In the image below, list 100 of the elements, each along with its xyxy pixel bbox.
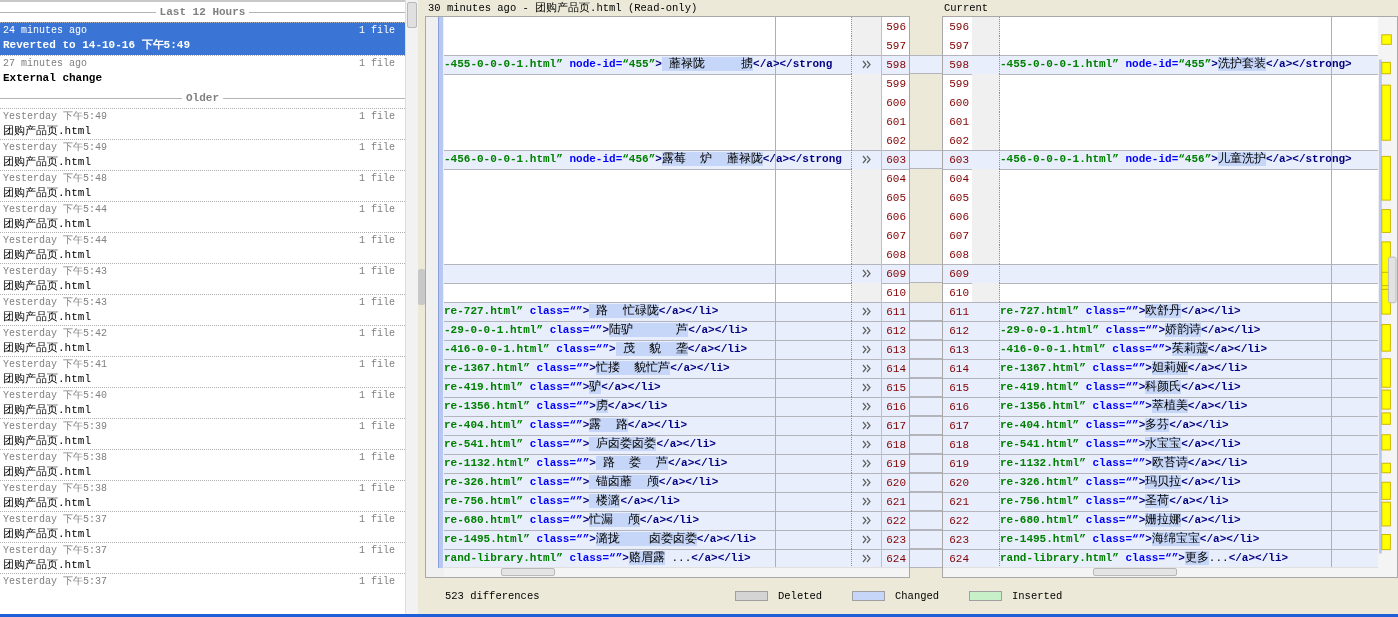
horizontal-scrollbar[interactable]	[943, 567, 1378, 577]
code-line: re-680.html” class=“”>姗拉娜</a></li>	[1000, 512, 1241, 529]
code-line: re-756.html” class=“”> 楼潞</a></li>	[444, 493, 680, 510]
file-count: 1 file	[359, 203, 395, 216]
line-number: 615	[948, 380, 970, 396]
line-number: 608	[948, 247, 970, 263]
code-line: re-1495.html” class=“”>潞拢 卤娄卤娄</a></li>	[444, 531, 757, 548]
code-line: re-1132.html” class=“”> 路 娄 芦</a></li>	[444, 455, 728, 472]
section-heading: Last 12 Hours	[159, 6, 246, 18]
entry-time: Yesterday 下午5:44	[3, 203, 107, 216]
line-number: 598	[948, 57, 970, 73]
file-count: 1 file	[359, 420, 395, 433]
code-line: re-1367.html” class=“”>妲莉娅</a></li>	[1000, 360, 1248, 377]
line-number: 603	[948, 152, 970, 168]
line-number: 597	[948, 38, 970, 54]
code-line: -455-0-0-0-1.html” node-id=“455”> 蘼禄陇 掳</a></strong	[444, 56, 833, 73]
double-chevron-icon[interactable]	[862, 421, 871, 430]
entry-label: 团购产品页.html	[3, 341, 92, 356]
double-chevron-icon[interactable]	[862, 269, 871, 278]
gutter-cell	[972, 17, 1000, 36]
legend-label: Inserted	[1012, 590, 1063, 602]
file-count: 1 file	[359, 482, 395, 495]
double-chevron-icon[interactable]	[862, 497, 871, 506]
entry-label: 团购产品页.html	[3, 434, 92, 449]
horizontal-scrollbar[interactable]	[444, 567, 909, 577]
double-chevron-icon[interactable]	[862, 326, 871, 335]
vertical-scrollbar[interactable]	[405, 0, 418, 614]
line-number: 612	[948, 323, 970, 339]
double-chevron-icon[interactable]	[862, 364, 871, 373]
entry-label: 团购产品页.html	[3, 465, 92, 480]
line-number: 617	[948, 418, 970, 434]
line-number: 614	[948, 361, 970, 377]
code-line: rand-library.html” class=“”>赂眉露 ...</a></li>	[444, 550, 751, 567]
entry-time: Yesterday 下午5:41	[3, 358, 107, 371]
history-entry[interactable]: 24 minutes ago 1 file Reverted to 14-10-16 下午5:49	[0, 22, 405, 55]
double-chevron-icon[interactable]	[862, 307, 871, 316]
double-chevron-icon[interactable]	[862, 155, 871, 164]
code-line: rand-library.html” class=“”>更多...</a></li>	[1000, 550, 1289, 567]
code-line: -456-0-0-0-1.html” node-id=“456”>儿童洗护</a></strong>	[1000, 151, 1352, 168]
code-line: re-404.html” class=“”>多芬</a></li>	[1000, 417, 1229, 434]
entry-label: 团购产品页.html	[3, 496, 92, 511]
double-chevron-icon[interactable]	[862, 402, 871, 411]
line-number: 621	[948, 494, 970, 510]
entry-time: Yesterday 下午5:37	[3, 513, 107, 526]
file-count: 1 file	[359, 358, 395, 371]
line-number: 610	[948, 285, 970, 301]
splitter-handle[interactable]	[418, 269, 425, 305]
entry-label: External change	[3, 71, 104, 86]
entry-time: Yesterday 下午5:37	[3, 544, 107, 557]
file-count: 1 file	[359, 513, 395, 526]
line-number: 599	[948, 76, 970, 92]
code-line: -416-0-0-1.html” class=“”> 茂 貌 垄</a></li>	[444, 341, 748, 358]
line-number: 616	[948, 399, 970, 415]
line-number: 624	[948, 551, 970, 567]
file-count: 1 file	[359, 451, 395, 464]
double-chevron-icon[interactable]	[862, 459, 871, 468]
code-line: re-326.html” class=“”> 锚卤蘼 颅</a></li>	[444, 474, 719, 491]
double-chevron-icon[interactable]	[862, 60, 871, 69]
file-count: 1 file	[359, 234, 395, 247]
double-chevron-icon[interactable]	[862, 535, 871, 544]
entry-time: Yesterday 下午5:39	[3, 420, 107, 433]
line-number: 623	[948, 532, 970, 548]
code-line: re-727.html” class=“”>欧舒丹</a></li>	[1000, 303, 1241, 320]
pane-title: Current	[944, 2, 989, 14]
entry-time: Yesterday 下午5:40	[3, 389, 107, 402]
double-chevron-icon[interactable]	[862, 554, 871, 563]
code-line: re-680.html” class=“”>忙漏 颅</a></li>	[444, 512, 700, 529]
code-line: re-1495.html” class=“”>海绵宝宝</a></li>	[1000, 531, 1260, 548]
double-chevron-icon[interactable]	[862, 478, 871, 487]
pane-title: 30 minutes ago - 团购产品页.html (Read-only)	[428, 1, 699, 15]
entry-label: 团购产品页.html	[3, 248, 92, 263]
entry-label: 团购产品页.html	[3, 279, 92, 294]
file-count: 1 file	[359, 57, 395, 70]
line-number: 600	[948, 95, 970, 111]
line-number: 605	[948, 190, 970, 206]
line-number: 607	[948, 228, 970, 244]
code-line: -456-0-0-0-1.html” node-id=“456”>露莓 炉 蘼禄陇</a></strong	[444, 151, 842, 168]
entry-label: 团购产品页.html	[3, 217, 92, 232]
file-count: 1 file	[359, 172, 395, 185]
double-chevron-icon[interactable]	[862, 516, 871, 525]
double-chevron-icon[interactable]	[862, 345, 871, 354]
entry-label: Reverted to 14-10-16 下午5:49	[3, 38, 192, 53]
double-chevron-icon[interactable]	[862, 383, 871, 392]
code-line: re-419.html” class=“”>科颜氏</a></li>	[1000, 379, 1241, 396]
line-number: 618	[948, 437, 970, 453]
entry-time: Yesterday 下午5:44	[3, 234, 107, 247]
code-line: re-541.html” class=“”>水宝宝</a></li>	[1000, 436, 1241, 453]
line-number: 604	[948, 171, 970, 187]
double-chevron-icon[interactable]	[862, 440, 871, 449]
line-number: 602	[948, 133, 970, 149]
file-count: 1 file	[359, 544, 395, 557]
entry-label: 团购产品页.html	[3, 558, 92, 573]
file-count: 1 file	[359, 327, 395, 340]
entry-label: 团购产品页.html	[3, 403, 92, 418]
entry-time: Yesterday 下午5:43	[3, 296, 107, 309]
line-number: 596	[948, 19, 970, 35]
file-count: 1 file	[359, 24, 395, 37]
code-line: re-541.html” class=“”> 庐卤娄卤娄</a></li>	[444, 436, 716, 453]
entry-time: Yesterday 下午5:38	[3, 451, 107, 464]
code-line: re-1356.html” class=“”>萃植美</a></li>	[1000, 398, 1248, 415]
